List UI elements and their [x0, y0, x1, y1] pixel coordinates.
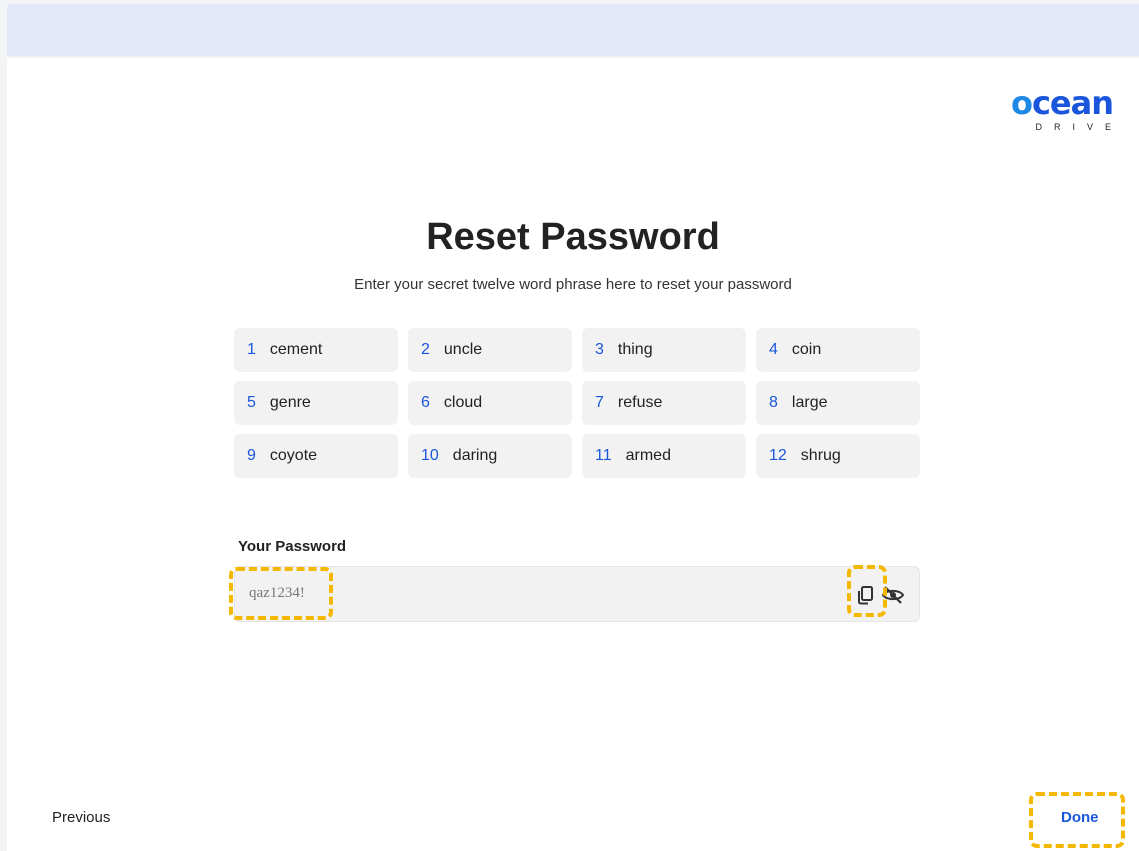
seed-word-field[interactable]: 5 genre — [234, 381, 398, 425]
seed-word-field[interactable]: 4 coin — [756, 328, 920, 372]
seed-word-field[interactable]: 12 shrug — [756, 434, 920, 478]
seed-word-field[interactable]: 9 coyote — [234, 434, 398, 478]
highlight-done-button — [1029, 792, 1125, 848]
ocean-drive-logo: ocean DRIVE — [1010, 84, 1123, 132]
seed-word-field[interactable]: 11 armed — [582, 434, 746, 478]
reset-password-panel: ocean DRIVE Reset Password Enter your se… — [7, 58, 1139, 851]
highlight-password-value — [229, 567, 333, 620]
seed-word-field[interactable]: 6 cloud — [408, 381, 572, 425]
top-bar — [7, 4, 1139, 56]
seed-word-field[interactable]: 7 refuse — [582, 381, 746, 425]
seed-word-field[interactable]: 10 daring — [408, 434, 572, 478]
seed-word-field[interactable]: 2 uncle — [408, 328, 572, 372]
highlight-copy-icon — [847, 565, 887, 617]
seed-word-field[interactable]: 1 cement — [234, 328, 398, 372]
previous-button[interactable]: Previous — [52, 809, 110, 826]
password-field[interactable]: qaz1234! — [234, 566, 920, 622]
password-label: Your Password — [238, 538, 347, 555]
seed-phrase-grid: 1 cement 2 uncle 3 thing 4 coin 5 genre 6 clou… — [234, 328, 920, 478]
seed-word-field[interactable]: 8 large — [756, 381, 920, 425]
page-title: Reset Password — [426, 216, 720, 258]
page-subtitle: Enter your secret twelve word phrase her… — [354, 276, 792, 293]
seed-word-field[interactable]: 3 thing — [582, 328, 746, 372]
